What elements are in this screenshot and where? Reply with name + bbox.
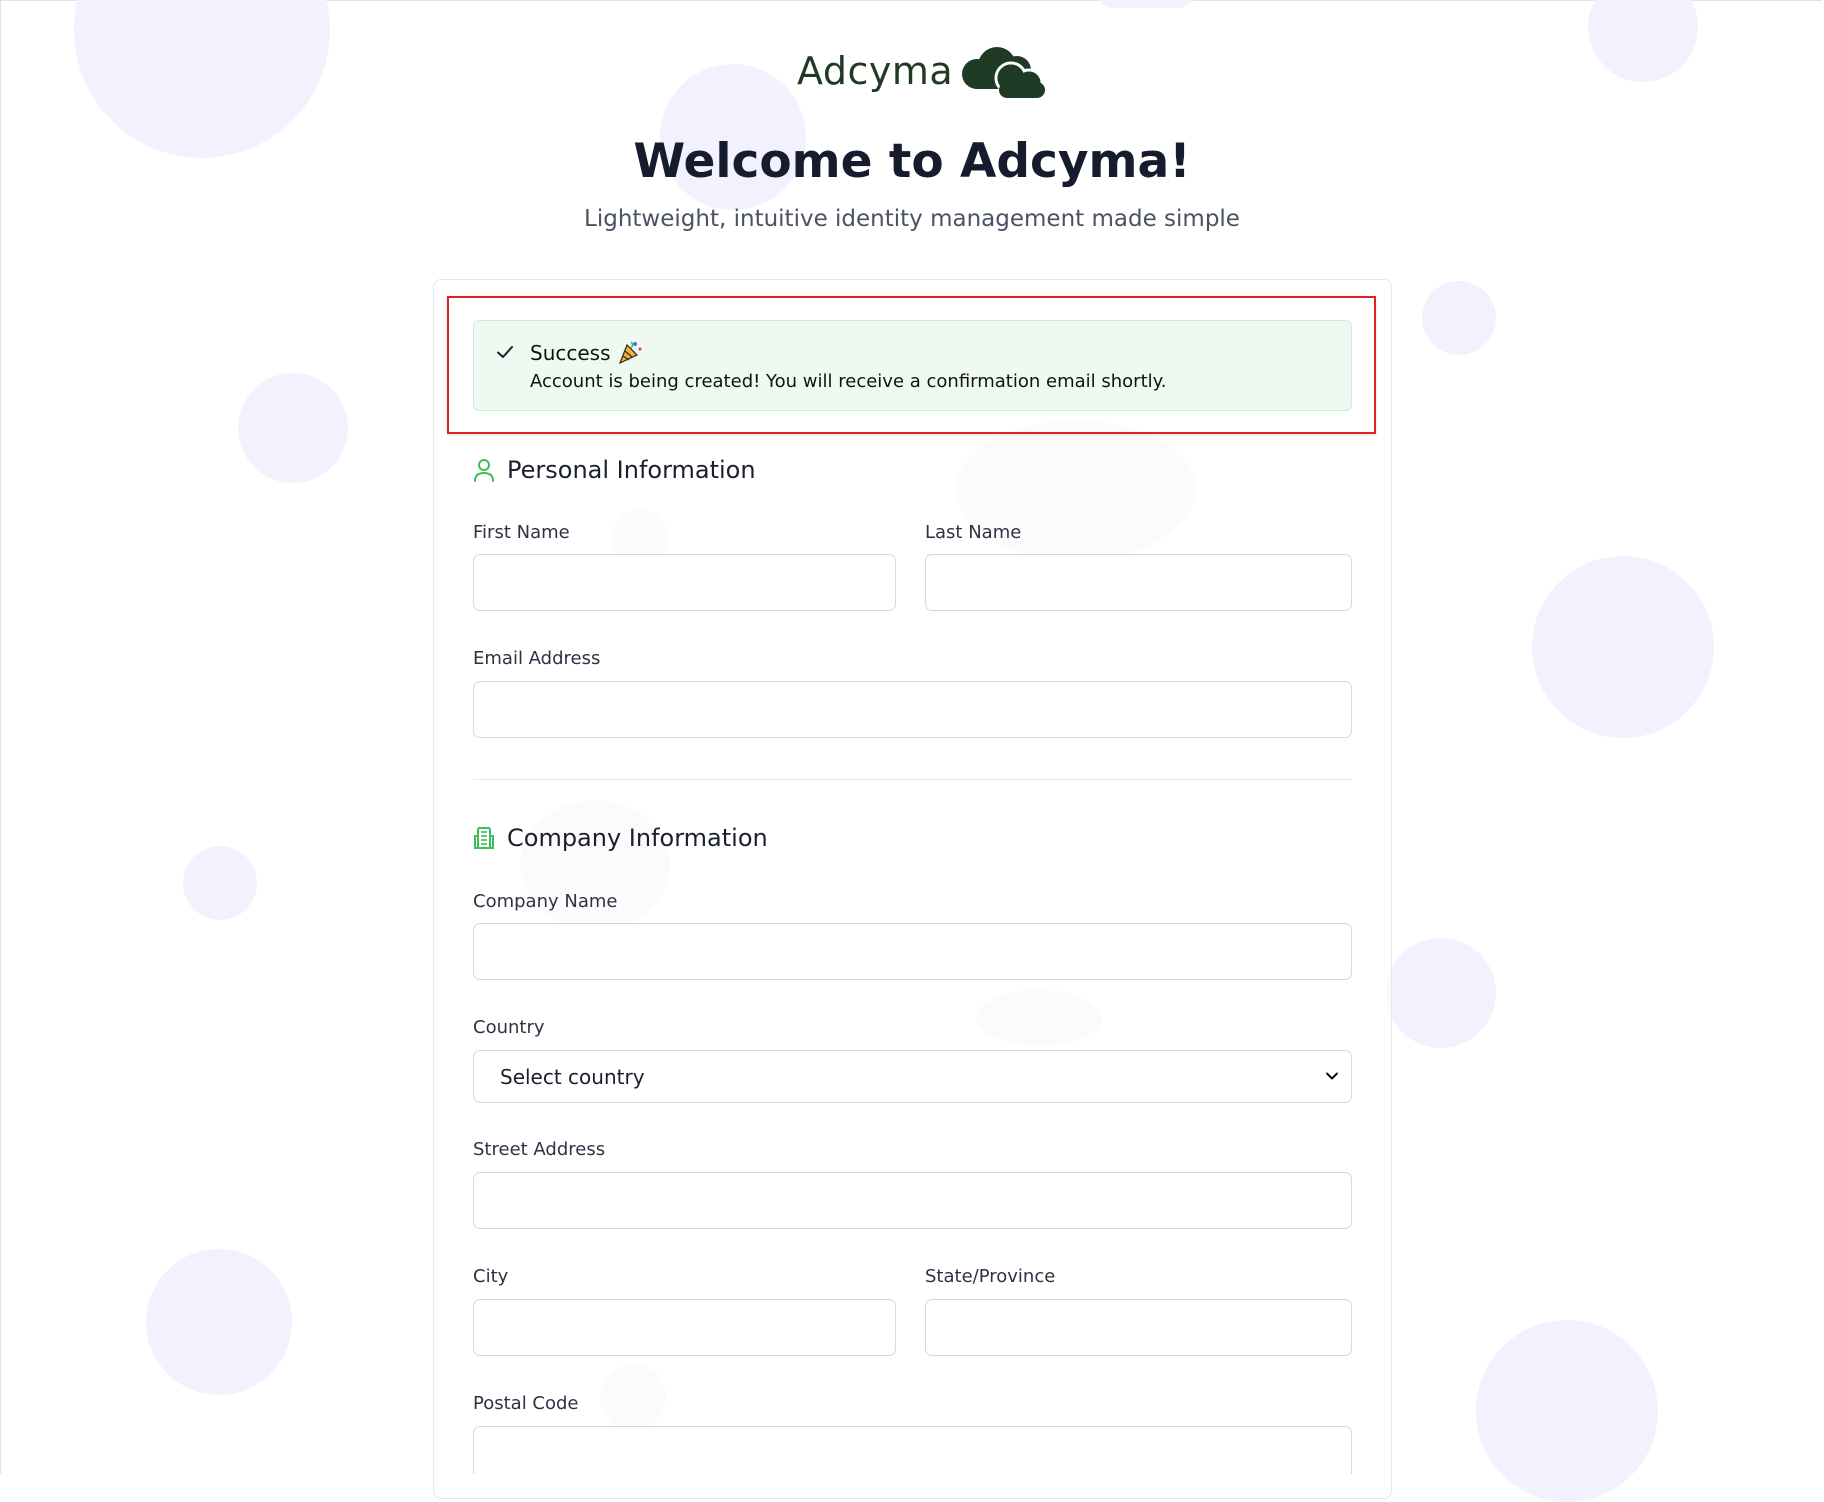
success-alert: Success Account is being created! You wi…: [473, 320, 1352, 411]
decorative-bubble: [1096, 0, 1196, 8]
alert-title: Success: [530, 341, 611, 365]
last-name-field[interactable]: [925, 554, 1352, 611]
state-province-field[interactable]: [925, 1299, 1352, 1356]
decorative-bubble: [183, 846, 257, 920]
section-divider: [473, 779, 1352, 780]
cloud-logo-icon: [962, 47, 1046, 98]
page-subtitle: Lightweight, intuitive identity manageme…: [584, 206, 1240, 232]
check-icon: [497, 346, 513, 358]
personal-info-header: Personal Information: [473, 456, 756, 484]
decorative-bubble: [1422, 281, 1496, 355]
street-address-label: Street Address: [473, 1139, 606, 1160]
user-icon: [474, 459, 494, 482]
first-name-field[interactable]: [473, 554, 896, 611]
country-label: Country: [473, 1017, 545, 1038]
country-select-value: Select country: [500, 1065, 645, 1089]
chevron-down-icon: [1326, 1072, 1338, 1080]
email-label: Email Address: [473, 648, 601, 669]
postal-code-field[interactable]: [473, 1426, 1352, 1474]
decorative-bubble: [1386, 938, 1496, 1048]
last-name-label: Last Name: [925, 522, 1022, 543]
building-icon: [474, 827, 494, 849]
city-field[interactable]: [473, 1299, 896, 1356]
street-address-field[interactable]: [473, 1172, 1352, 1229]
company-info-header: Company Information: [473, 824, 768, 852]
alert-message: Account is being created! You will recei…: [530, 371, 1167, 392]
decorative-bubble: [1476, 1320, 1658, 1502]
company-name-field[interactable]: [473, 923, 1352, 980]
state-province-label: State/Province: [925, 1266, 1056, 1287]
postal-code-label: Postal Code: [473, 1393, 579, 1414]
decorative-bubble: [1532, 556, 1714, 738]
company-info-heading: Company Information: [507, 824, 768, 852]
brand-logo: Adcyma: [797, 40, 1049, 102]
country-select[interactable]: Select country: [473, 1050, 1352, 1103]
page-title: Welcome to Adcyma!: [633, 134, 1191, 189]
company-name-label: Company Name: [473, 891, 618, 912]
first-name-label: First Name: [473, 522, 570, 543]
personal-info-heading: Personal Information: [507, 456, 756, 484]
brand-name: Adcyma: [797, 49, 954, 93]
city-label: City: [473, 1266, 509, 1287]
party-popper-icon: [618, 341, 642, 365]
email-field[interactable]: [473, 681, 1352, 738]
decorative-bubble: [238, 373, 348, 483]
decorative-bubble: [146, 1249, 292, 1395]
